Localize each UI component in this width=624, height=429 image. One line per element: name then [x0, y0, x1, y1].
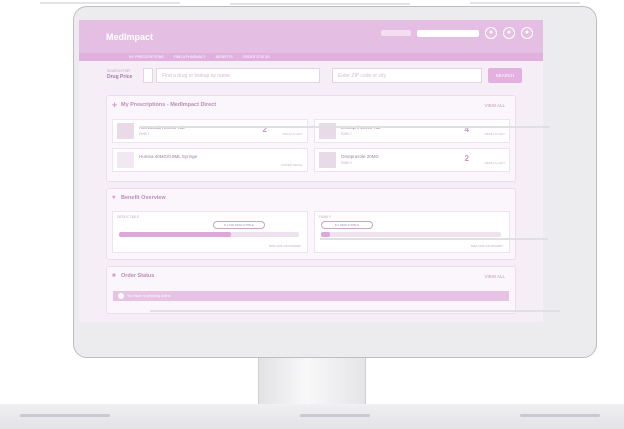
drug-search-input[interactable]: Find a drug or lookup by name: [156, 68, 320, 83]
benefit-progress: [119, 232, 299, 237]
prescription-item[interactable]: Humira 40MG/0.8ML Syringe ORDER REFILL: [112, 148, 308, 172]
order-status-banner: You have no pending orders: [113, 291, 509, 301]
drug-search-bar: SEARCH FOR Drug Price Find a drug or loo…: [97, 67, 525, 85]
app-logo[interactable]: MedImpact: [106, 32, 153, 42]
location-input[interactable]: Enter ZIP code or city: [332, 68, 482, 83]
base-shadow: [300, 414, 370, 417]
benefit-label: FAMILY: [319, 215, 332, 219]
header-actions: ● ● ●: [381, 27, 533, 39]
pill-icon: ✚: [112, 103, 118, 109]
subnav-item-benefits[interactable]: BENEFITS: [216, 55, 233, 59]
screen-artifact: [140, 126, 550, 128]
benefit-footer: MAX OUT-OF-POCKET: [470, 244, 503, 248]
orders-title: Order Status: [121, 273, 155, 279]
order-banner-text: You have no pending orders: [127, 294, 171, 298]
subnav-item-orders[interactable]: ORDER STATUS: [243, 55, 270, 59]
monitor-screen: MedImpact ● ● ● MY PRESCRIPTIONS FIND A …: [79, 20, 543, 322]
subnav: MY PRESCRIPTIONS FIND A PHARMACY BENEFIT…: [79, 53, 543, 61]
truck-icon: ■: [112, 273, 116, 279]
header-link[interactable]: [381, 30, 411, 36]
refill-count-label: REFILLS LEFT: [484, 161, 505, 165]
subnav-item-prescriptions[interactable]: MY PRESCRIPTIONS: [129, 55, 164, 59]
header-search-input[interactable]: [417, 29, 479, 37]
refill-count-label: REFILLS LEFT: [282, 132, 303, 136]
drug-refill: Refill 1: [139, 132, 150, 136]
base-shadow: [20, 414, 110, 417]
search-button[interactable]: SEARCH: [488, 68, 522, 83]
prescriptions-card: ✚ My Prescriptions - MedImpact Direct VI…: [106, 95, 516, 182]
benefit-progress-fill: [119, 232, 231, 237]
prescriptions-view-all[interactable]: VIEW ALL: [484, 103, 505, 108]
drug-refill: Refill 2: [341, 132, 352, 136]
base-shadow: [520, 414, 600, 417]
prescription-item[interactable]: Atorvastatin 20MG Tab Refill 1 2 REFILLS…: [112, 119, 308, 143]
benefit-label: DEDUCTIBLE: [117, 215, 140, 219]
benefit-pill: $ 0 DEDUCTIBLE: [321, 221, 373, 229]
search-caption: SEARCH FOR: [107, 69, 130, 73]
benefits-title: Benefit Overview: [121, 195, 166, 201]
prescription-item[interactable]: Lisinopril 10MG Tab Refill 2 4 REFILLS L…: [314, 119, 510, 143]
benefits-card: ♥ Benefit Overview DEDUCTIBLE $ 1,500 DE…: [106, 188, 516, 260]
benefit-footer: MAX OUT-OF-POCKET: [268, 244, 301, 248]
heart-icon: ♥: [112, 195, 116, 201]
drug-image: [117, 123, 134, 139]
benefit-progress-fill: [321, 232, 330, 237]
notification-icon[interactable]: ●: [485, 27, 497, 39]
drug-name: Omeprazole 20MG: [341, 154, 380, 159]
subnav-item-pharmacy[interactable]: FIND A PHARMACY: [174, 55, 206, 59]
benefit-summary: FAMILY $ 0 DEDUCTIBLE MAX OUT-OF-POCKET: [314, 211, 510, 253]
screen-artifact: [150, 310, 560, 312]
refill-count: 2: [464, 154, 469, 163]
prescription-item[interactable]: Omeprazole 20MG Refill 0 2 REFILLS LEFT: [314, 148, 510, 172]
search-label: Drug Price: [107, 74, 133, 80]
monitor-stand-neck: [258, 358, 366, 406]
drug-image: [319, 152, 336, 168]
orders-view-all[interactable]: VIEW ALL: [484, 274, 505, 279]
app-header: MedImpact ● ● ●: [79, 20, 543, 53]
search-type-select[interactable]: [143, 68, 153, 83]
orders-card: ■ Order Status VIEW ALL You have no pend…: [106, 266, 516, 314]
drug-refill: Refill 0: [341, 161, 352, 165]
refill-count-label: REFILLS LEFT: [484, 132, 505, 136]
benefit-pill: $ 1,500 DEDUCTIBLE: [213, 221, 265, 229]
info-icon: [118, 293, 124, 299]
drug-image: [117, 152, 134, 168]
drug-name: Humira 40MG/0.8ML Syringe: [139, 154, 198, 159]
screen-artifact: [320, 238, 548, 240]
desktop-stage: MedImpact ● ● ● MY PRESCRIPTIONS FIND A …: [0, 0, 624, 429]
user-icon[interactable]: ●: [503, 27, 515, 39]
benefit-progress: [321, 232, 501, 237]
benefit-summary: DEDUCTIBLE $ 1,500 DEDUCTIBLE MAX OUT-OF…: [112, 211, 308, 253]
prescriptions-title: My Prescriptions - MedImpact Direct: [121, 102, 217, 108]
order-refill-link[interactable]: ORDER REFILL: [281, 163, 303, 167]
menu-icon[interactable]: ●: [521, 27, 533, 39]
